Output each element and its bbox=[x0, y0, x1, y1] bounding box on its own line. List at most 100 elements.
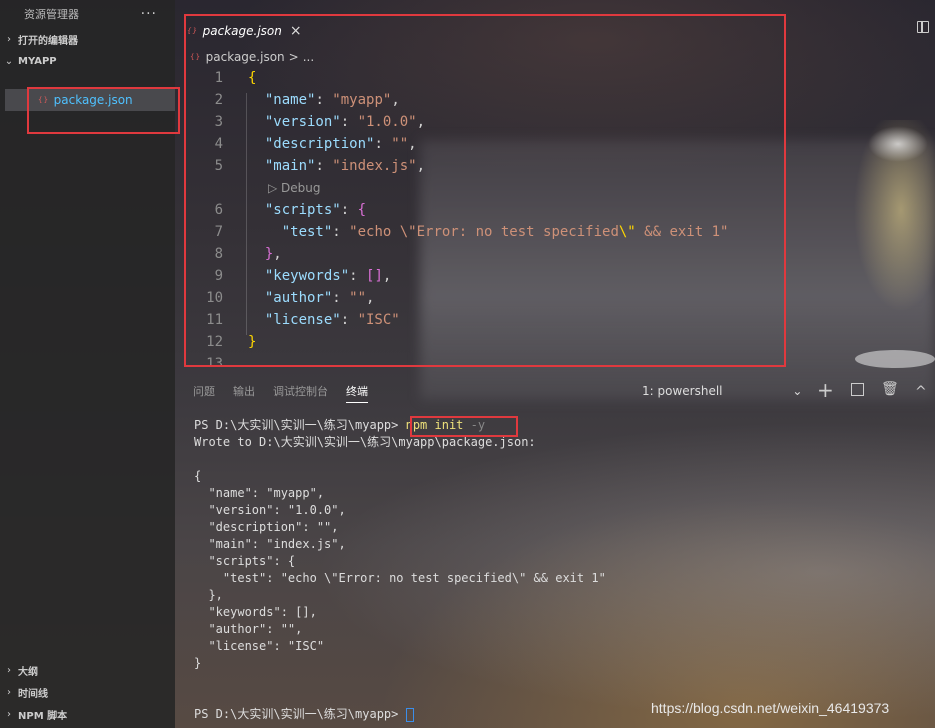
outline-section[interactable]: › 大纲 bbox=[0, 659, 175, 681]
code-token: "license" bbox=[264, 312, 341, 328]
terminal-line: PS D:\大实训\实训一\练习\myapp> npm init -y bbox=[194, 417, 914, 434]
code-token: "version" bbox=[264, 114, 341, 130]
terminal-select-value: 1: powershell bbox=[642, 384, 723, 398]
code-token: { bbox=[357, 202, 367, 218]
tab-label: package.json bbox=[202, 23, 282, 38]
terminal-line: { bbox=[194, 469, 202, 483]
npm-scripts-section[interactable]: › NPM 脚本 bbox=[0, 703, 175, 725]
terminal-flag: -y bbox=[463, 418, 486, 432]
terminal-line: "scripts": { bbox=[194, 554, 296, 568]
trash-icon[interactable]: 🗑 bbox=[881, 381, 899, 397]
split-editor-icon[interactable] bbox=[917, 21, 929, 33]
split-terminal-icon[interactable] bbox=[851, 383, 864, 396]
code-token: } bbox=[248, 334, 257, 350]
terminal-prompt: PS D:\大实训\实训一\练习\myapp> bbox=[194, 707, 406, 721]
terminal-line: "author": "", bbox=[194, 622, 303, 636]
line-number: 5 bbox=[214, 158, 223, 174]
npm-scripts-label: NPM 脚本 bbox=[18, 710, 68, 722]
line-number: 2 bbox=[214, 92, 223, 108]
open-editors-section[interactable]: › 打开的编辑器 bbox=[0, 28, 175, 50]
explorer-title: 资源管理器 bbox=[24, 8, 79, 21]
code-token: "author" bbox=[264, 290, 333, 306]
line-number: 12 bbox=[206, 334, 223, 350]
breadcrumb-separator: > bbox=[288, 50, 299, 64]
terminal-line: Wrote to D:\大实训\实训一\练习\myapp\package.jso… bbox=[194, 435, 536, 449]
outline-label: 大纲 bbox=[18, 666, 38, 678]
terminal-line: "name": "myapp", bbox=[194, 486, 325, 500]
close-icon[interactable]: × bbox=[290, 23, 302, 39]
code-token: "test" bbox=[281, 224, 333, 240]
terminal-line: "version": "1.0.0", bbox=[194, 503, 346, 517]
open-editors-label: 打开的编辑器 bbox=[18, 35, 78, 47]
line-number: 6 bbox=[214, 202, 223, 218]
chevron-right-icon: › bbox=[7, 708, 11, 720]
file-tree-item-label: package.json bbox=[53, 93, 133, 107]
line-number: 9 bbox=[214, 268, 223, 284]
terminal-line: } bbox=[194, 656, 202, 670]
code-token: && exit 1" bbox=[635, 224, 729, 240]
line-number: 11 bbox=[206, 312, 223, 328]
json-file-icon: { } bbox=[187, 26, 197, 35]
file-tree-item-package-json[interactable]: { } package.json bbox=[5, 89, 175, 111]
code-token: "main" bbox=[264, 158, 316, 174]
chevron-down-icon: ⌄ bbox=[4, 55, 14, 67]
code-token: "myapp" bbox=[332, 92, 392, 108]
maximize-panel-icon[interactable]: ^ bbox=[915, 384, 927, 400]
timeline-section[interactable]: › 时间线 bbox=[0, 681, 175, 703]
tab-output[interactable]: 输出 bbox=[233, 383, 255, 399]
line-number: 3 bbox=[214, 114, 223, 130]
editor-tab-bar: { } package.json × bbox=[175, 15, 935, 45]
timeline-label: 时间线 bbox=[18, 688, 48, 700]
terminal-select[interactable]: 1: powershell ⌄ bbox=[642, 384, 802, 398]
code-token: "index.js" bbox=[332, 158, 417, 174]
terminal-line: "test": "echo \"Error: no test specified… bbox=[194, 571, 606, 585]
code-token: "ISC" bbox=[357, 312, 400, 328]
breadcrumb-more[interactable]: ... bbox=[303, 50, 314, 64]
terminal-line: "keywords": [], bbox=[194, 605, 317, 619]
tab-problems[interactable]: 问题 bbox=[193, 383, 215, 399]
more-actions-icon[interactable]: ··· bbox=[141, 6, 157, 22]
line-number: 4 bbox=[214, 136, 223, 152]
code-token: "description" bbox=[264, 136, 375, 152]
code-token: "scripts" bbox=[264, 202, 341, 218]
code-token: \" bbox=[618, 224, 636, 240]
code-token: [] bbox=[366, 268, 383, 284]
terminal-line: "description": "", bbox=[194, 520, 339, 534]
breadcrumb-file[interactable]: package.json bbox=[206, 50, 285, 64]
debug-codelens[interactable]: ▷ Debug bbox=[268, 177, 780, 199]
line-number: 1 bbox=[214, 70, 223, 86]
terminal-line: "license": "ISC" bbox=[194, 639, 325, 653]
code-token: "keywords" bbox=[264, 268, 350, 284]
tab-debug-console[interactable]: 调试控制台 bbox=[273, 383, 328, 399]
code-token: "echo \"Error: no test specified bbox=[349, 224, 619, 240]
code-editor[interactable]: 1{ 2 "name": "myapp", 3 "version": "1.0.… bbox=[190, 67, 780, 365]
line-number: 7 bbox=[214, 224, 223, 240]
terminal-cursor bbox=[405, 707, 414, 722]
chevron-right-icon: › bbox=[7, 686, 11, 698]
watermark: https://blog.csdn.net/weixin_46419373 bbox=[651, 700, 890, 716]
chevron-right-icon: › bbox=[7, 33, 11, 45]
terminal-prompt: PS D:\大实训\实训一\练习\myapp> bbox=[194, 418, 406, 432]
terminal-line: "main": "index.js", bbox=[194, 537, 346, 551]
line-number: 10 bbox=[206, 290, 223, 306]
tab-terminal[interactable]: 终端 bbox=[346, 383, 368, 403]
terminal-line: }, bbox=[194, 588, 223, 602]
terminal-command: npm init bbox=[405, 418, 464, 432]
code-token: "" bbox=[391, 136, 409, 152]
code-token: { bbox=[248, 70, 257, 86]
tab-package-json[interactable]: { } package.json × bbox=[185, 15, 305, 45]
breadcrumb: { } package.json > ... bbox=[190, 47, 314, 67]
project-folder-section[interactable]: ⌄ MYAPP bbox=[0, 50, 175, 72]
json-file-icon: { } bbox=[190, 53, 200, 61]
explorer-header: 资源管理器 ··· bbox=[0, 0, 175, 28]
new-terminal-icon[interactable]: + bbox=[817, 378, 834, 402]
code-token: "" bbox=[349, 290, 367, 306]
line-number: 13 bbox=[206, 356, 223, 365]
code-token: "name" bbox=[264, 92, 316, 108]
terminal-output[interactable]: PS D:\大实训\实训一\练习\myapp> npm init -y Wrot… bbox=[194, 417, 914, 723]
chevron-right-icon: › bbox=[7, 664, 11, 676]
line-number: 8 bbox=[214, 246, 223, 262]
code-token: "1.0.0" bbox=[357, 114, 417, 130]
